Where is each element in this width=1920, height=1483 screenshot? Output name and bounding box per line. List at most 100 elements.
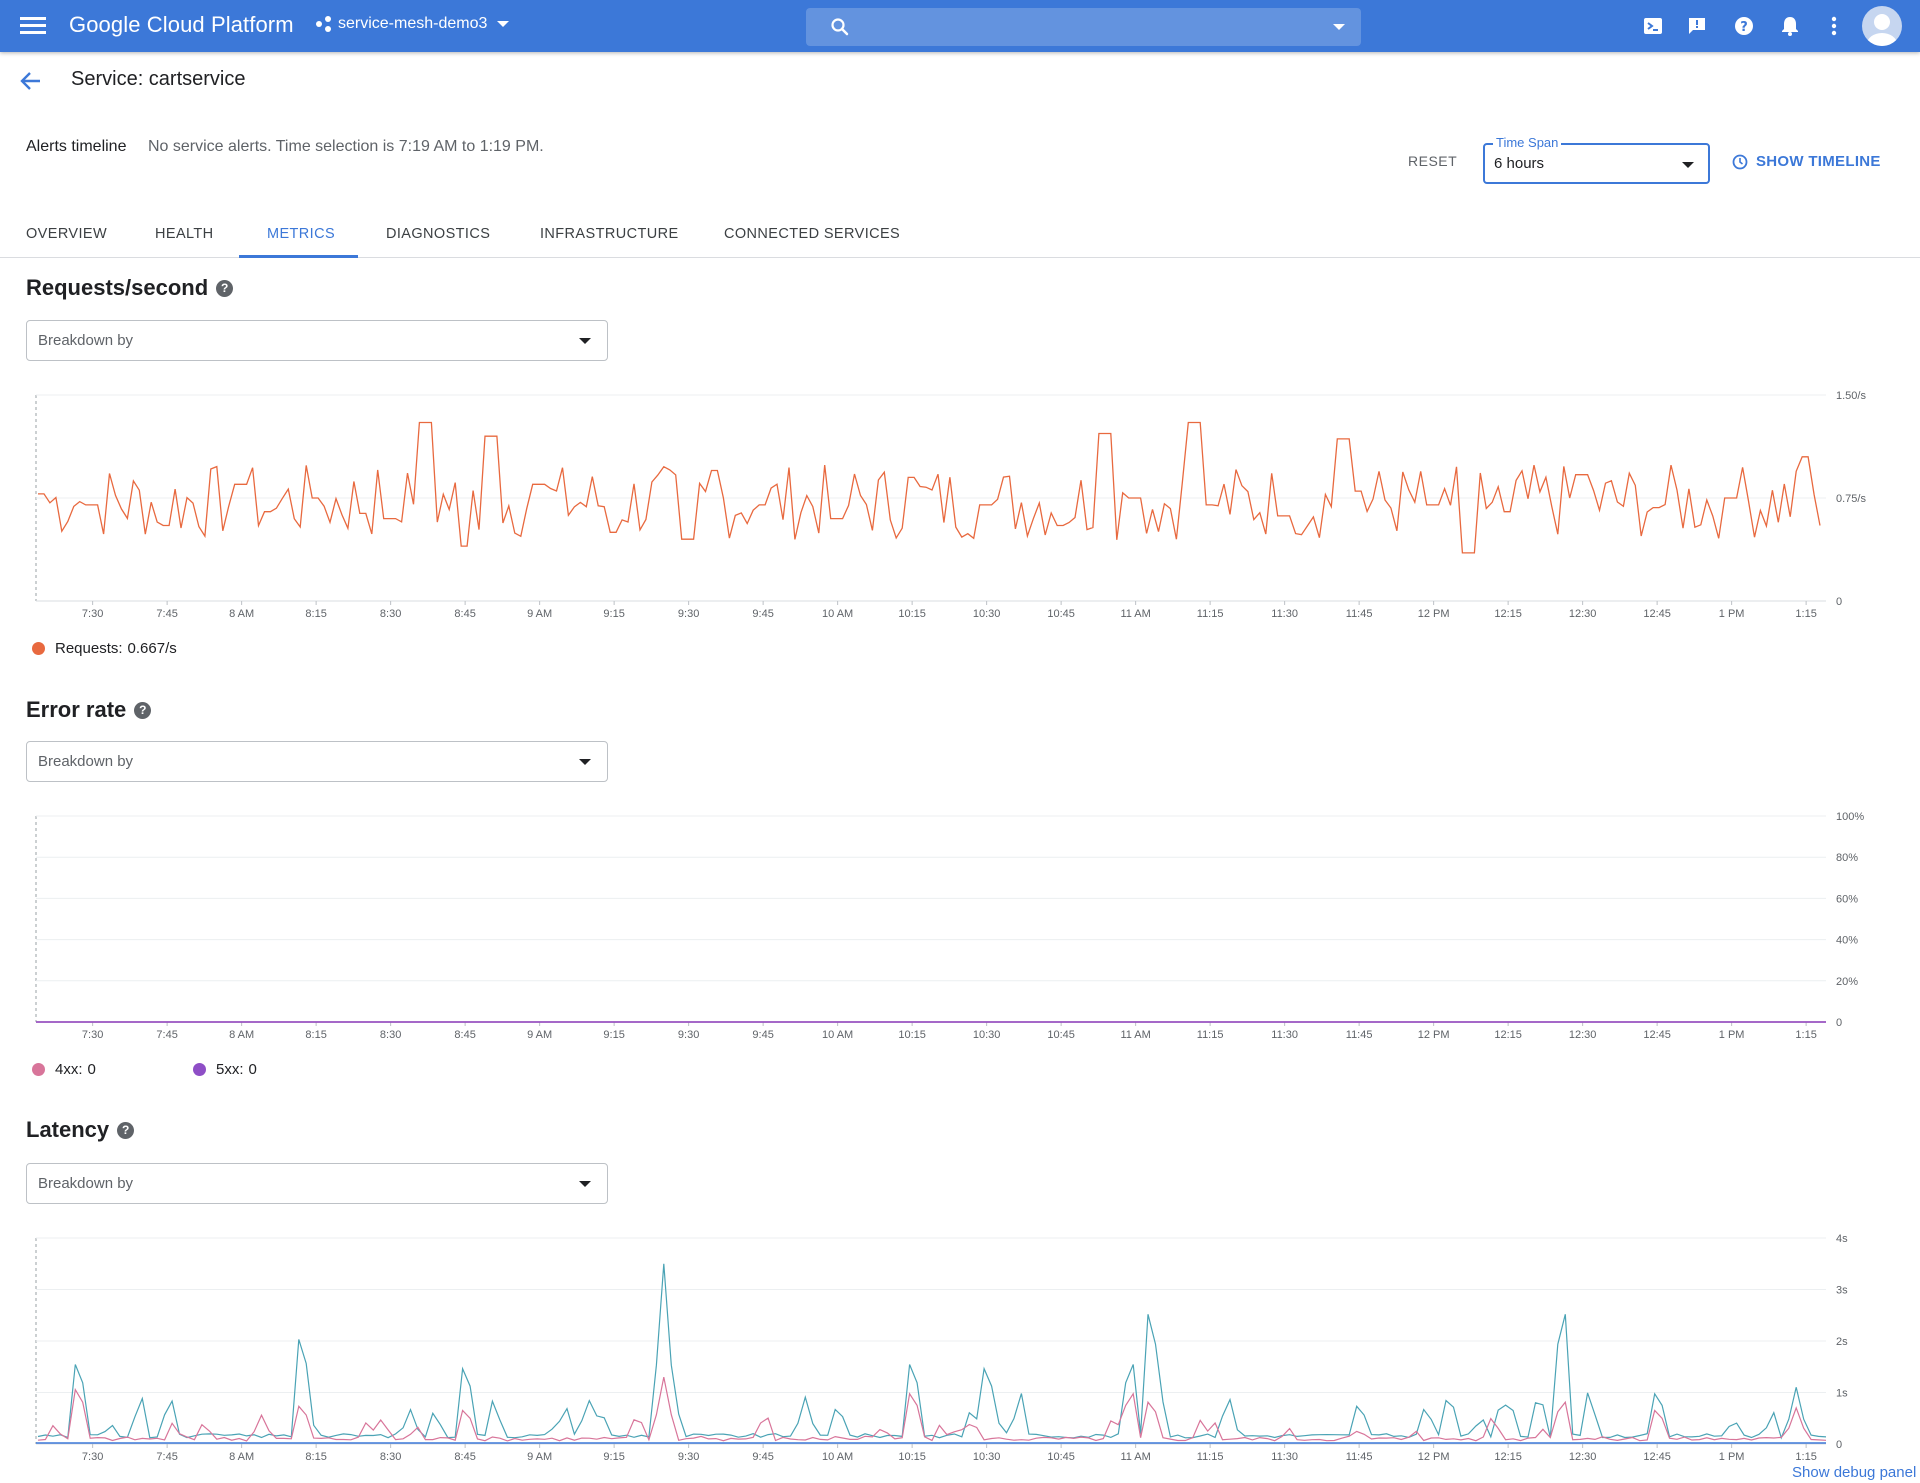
latency-x-tick: 12:15 <box>1494 1451 1522 1463</box>
requests-series-line <box>38 421 1821 554</box>
error-rate-y-tick: 40% <box>1836 935 1858 947</box>
requests-y-tick: 0.75/s <box>1836 493 1866 505</box>
requests-chart: 1.50/s 0.75/s 0 7:30 7:45 8 AM 8:15 8:30 8:45 9 A… <box>26 385 1906 625</box>
help-icon[interactable]: ? <box>216 279 234 297</box>
error-rate-x-tick: 11 AM <box>1120 1029 1150 1041</box>
notifications-icon[interactable] <box>1778 14 1802 38</box>
error-rate-x-tick: 7:45 <box>156 1029 177 1041</box>
svg-text:?: ? <box>1740 20 1748 35</box>
cloud-shell-icon[interactable] <box>1641 14 1665 38</box>
search-input[interactable] <box>806 8 1361 46</box>
latency-breakdown-select[interactable]: Breakdown by <box>26 1163 608 1204</box>
requests-section-title: Requests/second ? <box>26 275 234 301</box>
4xx-legend-value: 0 <box>87 1061 96 1078</box>
latency-x-tick: 1 PM <box>1719 1451 1745 1463</box>
requests-x-tick: 9:15 <box>603 608 624 620</box>
latency-x-tick: 8:45 <box>454 1451 475 1463</box>
requests-x-tick: 1 PM <box>1719 608 1745 620</box>
latency-y-tick: 0 <box>1836 1439 1842 1451</box>
error-rate-y-tick: 0 <box>1836 1017 1842 1029</box>
tab-metrics[interactable]: METRICS <box>267 226 335 258</box>
tab-overview[interactable]: OVERVIEW <box>26 226 107 258</box>
alerts-status-text: No service alerts. Time selection is 7:1… <box>148 138 544 155</box>
chevron-down-icon <box>579 338 591 344</box>
breakdown-placeholder: Breakdown by <box>38 1175 134 1192</box>
latency-x-tick: 9:15 <box>603 1451 624 1463</box>
latency-x-tick: 12:45 <box>1643 1451 1671 1463</box>
page-title: Service: cartservice <box>71 68 246 90</box>
requests-x-tick: 12:15 <box>1494 608 1522 620</box>
latency-x-tick: 10:15 <box>898 1451 926 1463</box>
error-rate-x-tick: 9 AM <box>527 1029 552 1041</box>
requests-x-tick: 11:30 <box>1271 608 1298 620</box>
hamburger-menu-icon[interactable] <box>20 14 46 38</box>
project-name: service-mesh-demo3 <box>338 15 488 32</box>
back-arrow-icon[interactable] <box>18 68 44 94</box>
error-rate-y-tick: 20% <box>1836 976 1858 988</box>
error-rate-x-tick: 12:30 <box>1569 1029 1597 1041</box>
latency-x-tick: 9:30 <box>678 1451 699 1463</box>
error-rate-x-tick: 1:15 <box>1795 1029 1816 1041</box>
requests-x-tick: 10:15 <box>898 608 926 620</box>
latency-y-tick: 3s <box>1836 1285 1848 1297</box>
help-icon[interactable]: ? <box>117 1121 135 1139</box>
project-icon <box>316 16 332 32</box>
product-name[interactable]: Google Cloud Platform <box>69 12 294 38</box>
latency-x-tick: 10:30 <box>973 1451 1001 1463</box>
project-selector[interactable]: service-mesh-demo3 <box>316 15 510 33</box>
error-rate-x-tick: 11:15 <box>1197 1029 1224 1041</box>
error-rate-x-tick: 12:45 <box>1643 1029 1671 1041</box>
latency-title: Latency <box>26 1117 110 1142</box>
error-rate-x-tick: 11:45 <box>1346 1029 1373 1041</box>
requests-chart-svg: 1.50/s 0.75/s 0 7:30 7:45 8 AM 8:15 8:30 8:45 9 A… <box>35 390 1866 620</box>
latency-x-tick: 11:45 <box>1346 1451 1373 1463</box>
latency-x-tick: 11:30 <box>1271 1451 1298 1463</box>
show-timeline-button[interactable]: SHOW TIMELINE <box>1732 153 1881 170</box>
requests-y-tick: 1.50/s <box>1836 390 1866 402</box>
show-debug-panel-link[interactable]: Show debug panel <box>1792 1464 1916 1481</box>
top-app-bar: Google Cloud Platform service-mesh-demo3… <box>0 0 1920 52</box>
reset-button[interactable]: RESET <box>1408 153 1457 169</box>
latency-x-tick: 9:45 <box>752 1451 773 1463</box>
error-rate-legend: 4xx: 0 <box>32 1061 96 1078</box>
help-icon[interactable]: ? <box>1732 14 1756 38</box>
error-rate-x-tick: 7:30 <box>82 1029 103 1041</box>
error-rate-x-tick: 9:15 <box>603 1029 624 1041</box>
requests-x-tick: 7:30 <box>82 608 103 620</box>
tab-diagnostics[interactable]: DIAGNOSTICS <box>386 226 490 258</box>
error-rate-x-tick: 9:30 <box>678 1029 699 1041</box>
5xx-legend-label: 5xx: <box>216 1061 244 1078</box>
error-rate-x-tick: 9:45 <box>752 1029 773 1041</box>
error-rate-x-tick: 11:30 <box>1271 1029 1298 1041</box>
time-span-value: 6 hours <box>1494 155 1545 172</box>
help-icon[interactable]: ? <box>134 701 152 719</box>
latency-x-tick: 9 AM <box>527 1451 552 1463</box>
requests-x-tick: 1:15 <box>1795 608 1816 620</box>
error-rate-x-tick: 10:15 <box>898 1029 926 1041</box>
error-rate-breakdown-select[interactable]: Breakdown by <box>26 741 608 782</box>
search-dropdown-icon[interactable] <box>1333 24 1345 30</box>
requests-breakdown-select[interactable]: Breakdown by <box>26 320 608 361</box>
error-rate-x-tick: 8:45 <box>454 1029 475 1041</box>
tab-infrastructure[interactable]: INFRASTRUCTURE <box>540 226 679 258</box>
time-span-select[interactable]: Time Span 6 hours <box>1483 135 1710 184</box>
account-avatar[interactable] <box>1862 6 1902 46</box>
error-rate-x-tick: 1 PM <box>1719 1029 1745 1041</box>
error-rate-y-tick: 100% <box>1836 811 1864 823</box>
latency-series-line-1 <box>37 1376 1827 1442</box>
latency-x-tick: 7:45 <box>156 1451 177 1463</box>
4xx-legend-label: 4xx: <box>55 1061 83 1078</box>
requests-y-tick: 0 <box>1836 596 1842 608</box>
requests-x-tick: 11:15 <box>1197 608 1224 620</box>
latency-x-tick: 8 AM <box>229 1451 254 1463</box>
requests-x-tick: 9 AM <box>527 608 552 620</box>
tab-connected-services[interactable]: CONNECTED SERVICES <box>724 226 900 258</box>
breakdown-placeholder: Breakdown by <box>38 332 134 349</box>
latency-y-tick: 4s <box>1836 1233 1848 1245</box>
more-vert-icon[interactable] <box>1822 14 1846 38</box>
tab-health[interactable]: HEALTH <box>155 226 214 258</box>
alerts-timeline-label: Alerts timeline <box>26 138 127 155</box>
chevron-down-icon <box>579 759 591 765</box>
feedback-icon[interactable] <box>1685 14 1709 38</box>
latency-x-tick: 7:30 <box>82 1451 103 1463</box>
